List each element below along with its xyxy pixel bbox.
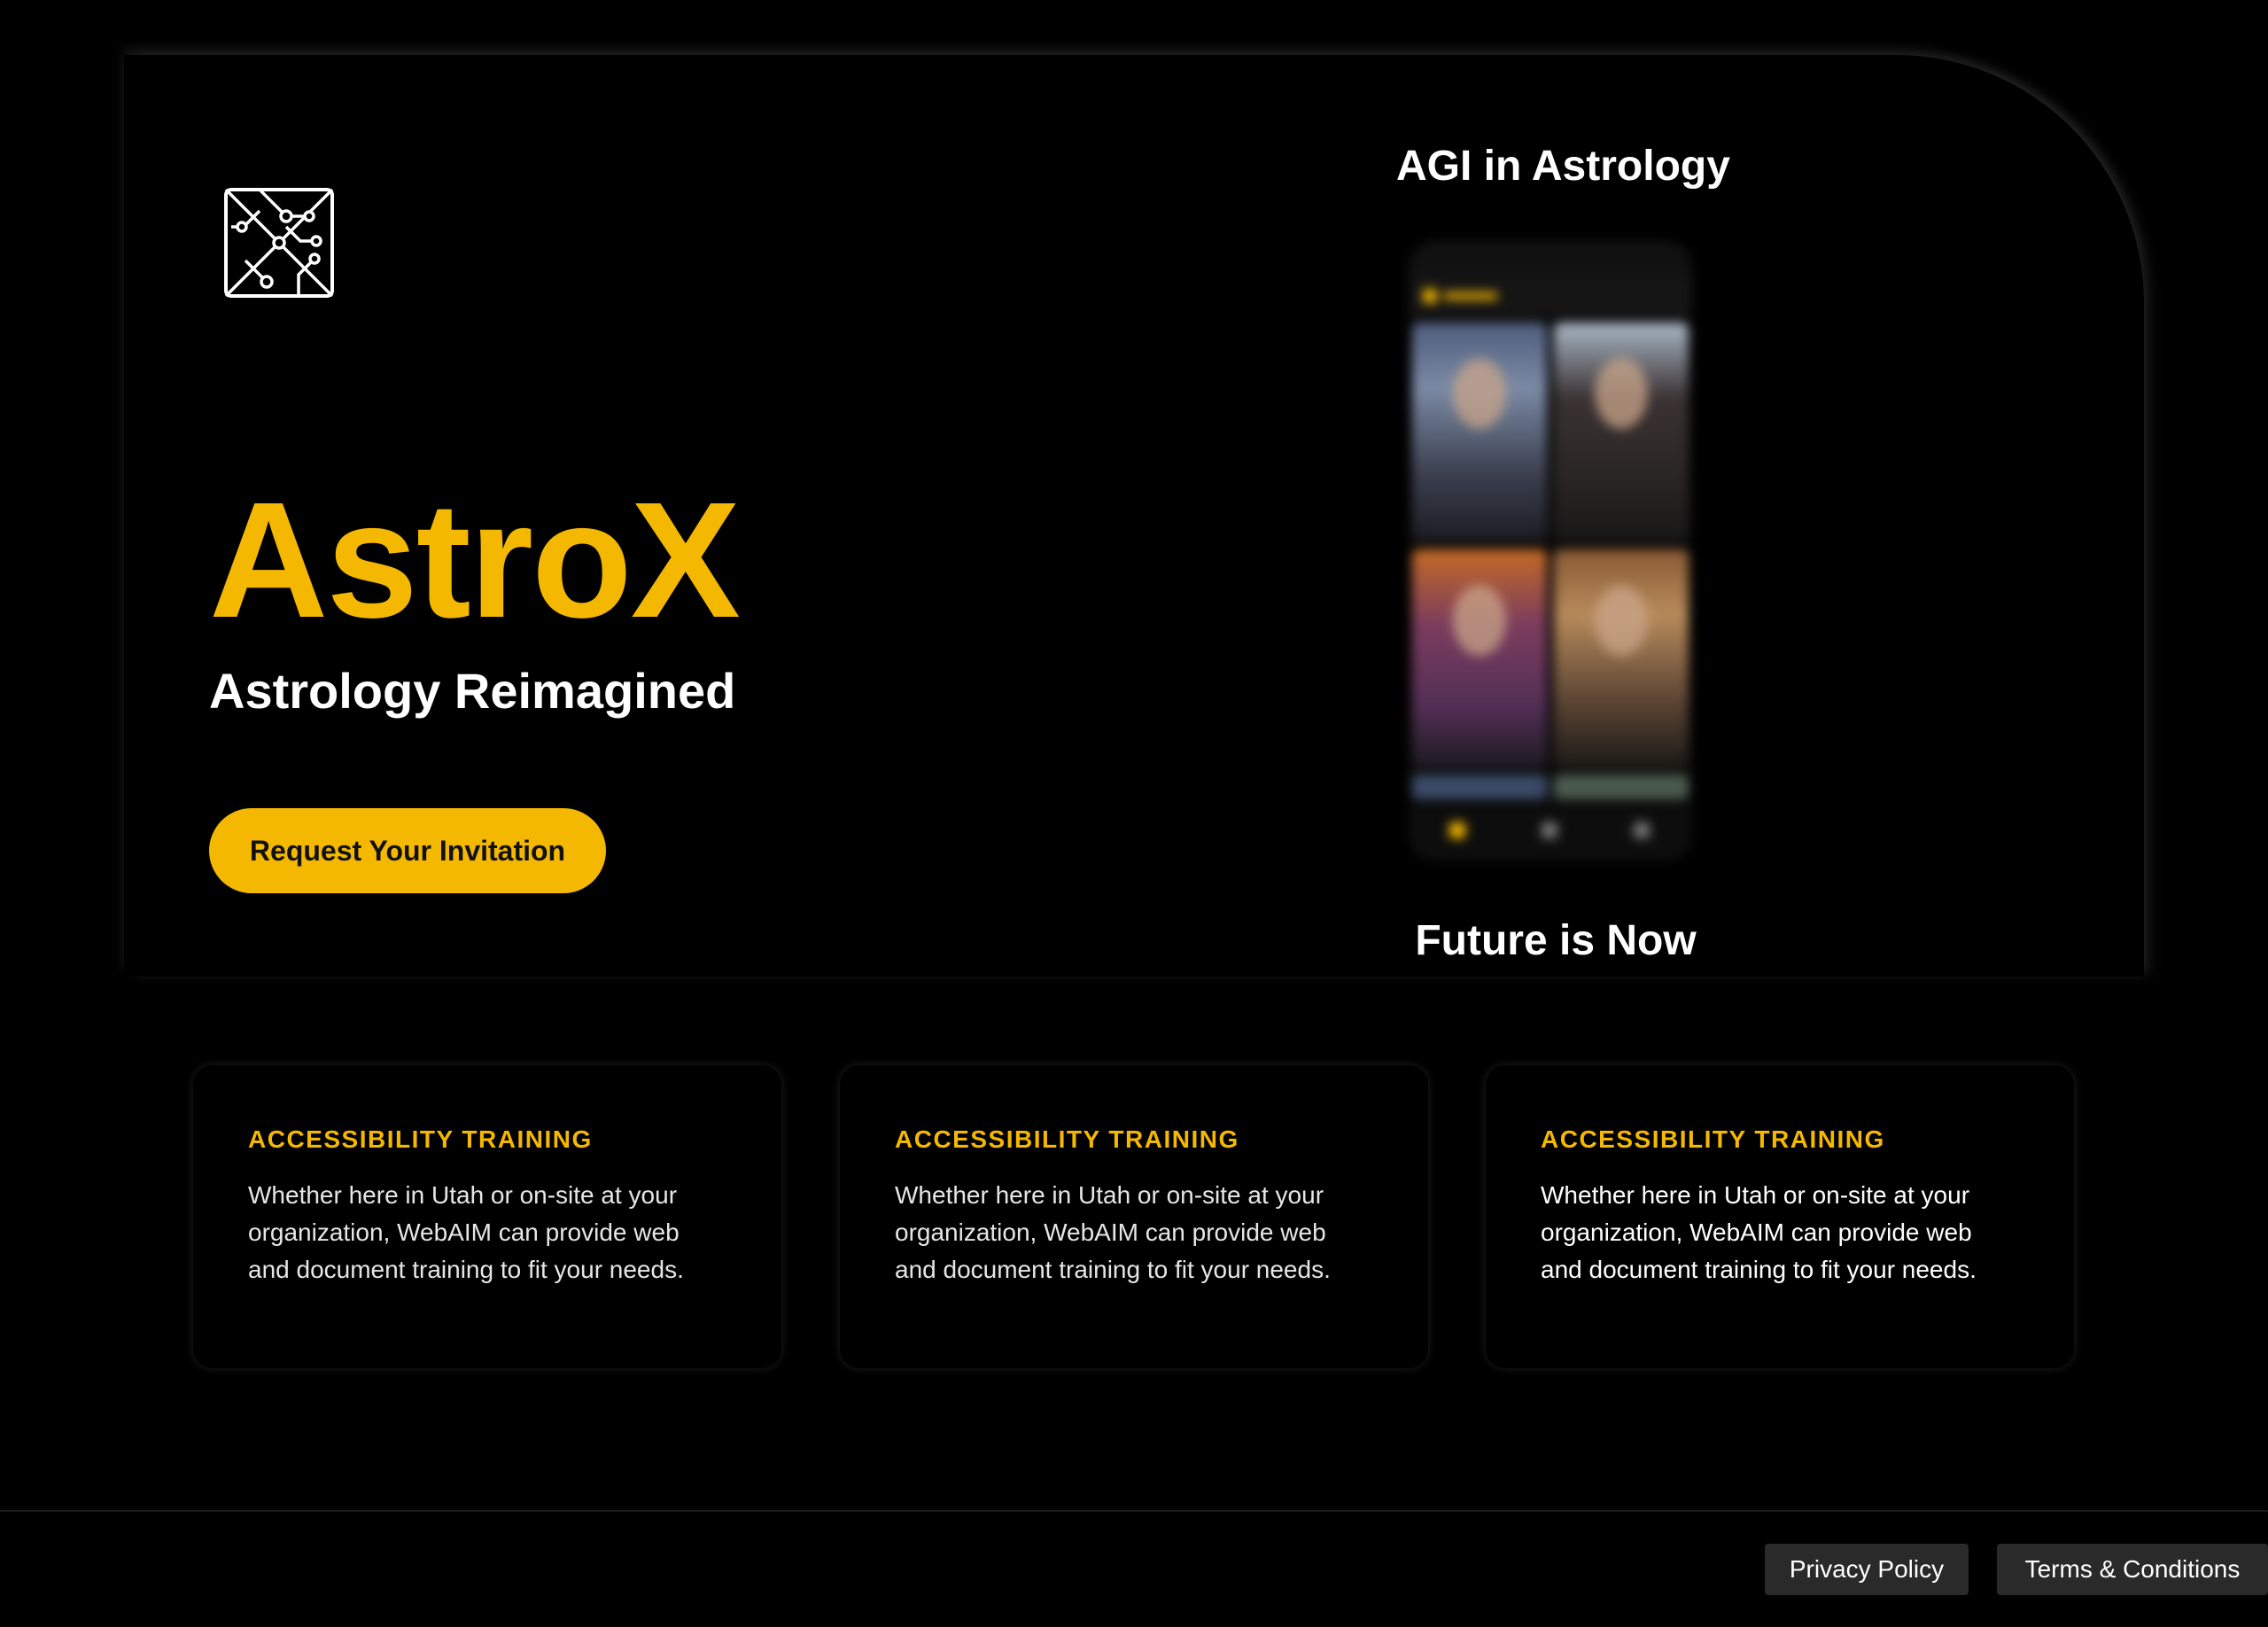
app-screenshot-image bbox=[1409, 241, 1692, 861]
feature-card: ACCESSIBILITY TRAINING Whether here in U… bbox=[193, 1065, 781, 1368]
footer-divider bbox=[0, 1510, 2268, 1512]
feature-card: ACCESSIBILITY TRAINING Whether here in U… bbox=[1486, 1065, 2074, 1368]
card-body: Whether here in Utah or on-site at your … bbox=[1541, 1181, 1977, 1283]
card-title: ACCESSIBILITY TRAINING bbox=[895, 1125, 1239, 1153]
terms-conditions-link[interactable]: Terms & Conditions bbox=[1997, 1544, 2268, 1595]
brand-title: AstroX bbox=[209, 469, 741, 652]
circuit-grid-logo-icon[interactable] bbox=[224, 188, 334, 298]
request-invitation-button[interactable]: Request Your Invitation bbox=[209, 808, 606, 893]
card-title: ACCESSIBILITY TRAINING bbox=[248, 1125, 593, 1153]
card-title: ACCESSIBILITY TRAINING bbox=[1541, 1125, 1885, 1153]
promo-heading-bottom: Future is Now bbox=[1415, 917, 1697, 964]
privacy-policy-link[interactable]: Privacy Policy bbox=[1765, 1544, 1969, 1595]
card-body: Whether here in Utah or on-site at your … bbox=[895, 1181, 1331, 1283]
promo-heading-top: AGI in Astrology bbox=[1396, 143, 1730, 190]
feature-card: ACCESSIBILITY TRAINING Whether here in U… bbox=[840, 1065, 1428, 1368]
brand-tagline: Astrology Reimagined bbox=[209, 663, 736, 719]
card-body: Whether here in Utah or on-site at your … bbox=[248, 1181, 684, 1283]
